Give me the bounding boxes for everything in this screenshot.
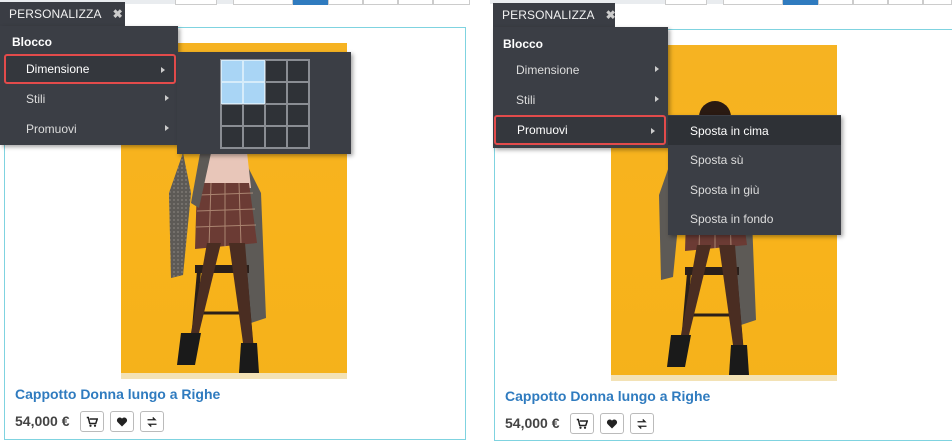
grid-cell[interactable]: [265, 104, 287, 126]
grid-cell[interactable]: [287, 60, 309, 82]
grid-cell[interactable]: [243, 82, 265, 104]
menu-item-label: Stili: [516, 93, 536, 107]
grid-cell[interactable]: [287, 82, 309, 104]
grid-cell[interactable]: [243, 126, 265, 148]
right-panel: Cappotto Donna lungo a Righe 54,000 € PE…: [490, 0, 952, 441]
menu-item-label: Promuovi: [517, 123, 568, 137]
grid-cell[interactable]: [221, 60, 243, 82]
pager-button[interactable]: [665, 0, 707, 5]
add-to-cart-button[interactable]: [570, 413, 594, 434]
submenu-item-sposta-in-giu[interactable]: Sposta in giù: [668, 175, 841, 204]
menu-item-label: Stili: [26, 92, 46, 106]
pager-button-active[interactable]: [783, 0, 818, 5]
tab-label: PERSONALIZZA: [502, 8, 595, 22]
grid-cell[interactable]: [287, 104, 309, 126]
submenu-arrow-icon: [655, 96, 659, 102]
size-grid[interactable]: [220, 59, 310, 149]
menu-header: Blocco: [503, 37, 544, 51]
product-price: 54,000 €: [505, 415, 560, 431]
product-price: 54,000 €: [15, 413, 70, 429]
menu-item-dimensione[interactable]: Dimensione: [4, 54, 176, 84]
submenu-arrow-icon: [651, 128, 655, 134]
menu-item-promuovi[interactable]: Promuovi: [494, 115, 666, 145]
menu-header: Blocco: [12, 35, 53, 49]
pager-button[interactable]: [818, 0, 853, 5]
pager-button[interactable]: [175, 0, 217, 5]
grid-cell[interactable]: [243, 60, 265, 82]
submenu-arrow-icon: [165, 125, 169, 131]
left-panel: Cappotto Donna lungo a Righe 54,000 € PE…: [0, 0, 470, 441]
menu-item-label: Dimensione: [516, 63, 580, 77]
compare-icon: [637, 418, 647, 429]
grid-cell[interactable]: [265, 82, 287, 104]
pager-button[interactable]: [923, 0, 952, 5]
compare-icon: [147, 416, 157, 427]
compare-button[interactable]: [140, 411, 164, 432]
pager-button[interactable]: [398, 0, 433, 5]
promote-submenu: Sposta in cima Sposta sù Sposta in giù S…: [668, 115, 841, 235]
submenu-item-sposta-in-cima[interactable]: Sposta in cima: [668, 116, 841, 145]
grid-cell[interactable]: [243, 104, 265, 126]
menu-item-label: Promuovi: [26, 122, 77, 136]
tab-label: PERSONALIZZA: [9, 7, 102, 21]
grid-cell[interactable]: [265, 60, 287, 82]
block-menu: Blocco Dimensione Stili Promuovi: [0, 26, 178, 145]
wishlist-button[interactable]: [110, 411, 134, 432]
heart-icon: [116, 417, 128, 426]
submenu-item-sposta-in-fondo[interactable]: Sposta in fondo: [668, 204, 841, 233]
menu-item-promuovi[interactable]: Promuovi: [0, 114, 178, 144]
menu-item-dimensione[interactable]: Dimensione: [493, 55, 668, 85]
pager-button[interactable]: [853, 0, 888, 5]
compare-button[interactable]: [630, 413, 654, 434]
menu-item-stili[interactable]: Stili: [0, 84, 178, 114]
product-title[interactable]: Cappotto Donna lungo a Righe: [505, 388, 710, 404]
personalizza-tab[interactable]: PERSONALIZZA ✖: [0, 2, 125, 26]
menu-item-stili[interactable]: Stili: [493, 85, 668, 115]
grid-cell[interactable]: [221, 104, 243, 126]
submenu-arrow-icon: [161, 67, 165, 73]
menu-item-label: Dimensione: [26, 62, 90, 76]
product-title[interactable]: Cappotto Donna lungo a Righe: [15, 386, 220, 402]
wishlist-button[interactable]: [600, 413, 624, 434]
size-submenu: [177, 52, 351, 154]
pager-button[interactable]: [888, 0, 923, 5]
submenu-arrow-icon: [165, 95, 169, 101]
add-to-cart-button[interactable]: [80, 411, 104, 432]
pager-button[interactable]: [363, 0, 398, 5]
submenu-item-sposta-su[interactable]: Sposta sù: [668, 145, 841, 174]
close-icon[interactable]: ✖: [113, 7, 123, 21]
close-icon[interactable]: ✖: [606, 8, 616, 22]
grid-cell[interactable]: [287, 126, 309, 148]
cart-icon: [86, 416, 98, 427]
grid-cell[interactable]: [265, 126, 287, 148]
grid-cell[interactable]: [221, 82, 243, 104]
pager-button[interactable]: [433, 0, 470, 5]
heart-icon: [606, 419, 618, 428]
grid-cell[interactable]: [221, 126, 243, 148]
pager-button[interactable]: [233, 0, 293, 5]
personalizza-tab[interactable]: PERSONALIZZA ✖: [493, 3, 616, 27]
block-menu: Blocco Dimensione Stili Promuovi: [493, 27, 668, 148]
pager-button-active[interactable]: [293, 0, 328, 5]
pager-button[interactable]: [723, 0, 783, 5]
pager-button[interactable]: [328, 0, 363, 5]
cart-icon: [576, 418, 588, 429]
submenu-arrow-icon: [655, 66, 659, 72]
